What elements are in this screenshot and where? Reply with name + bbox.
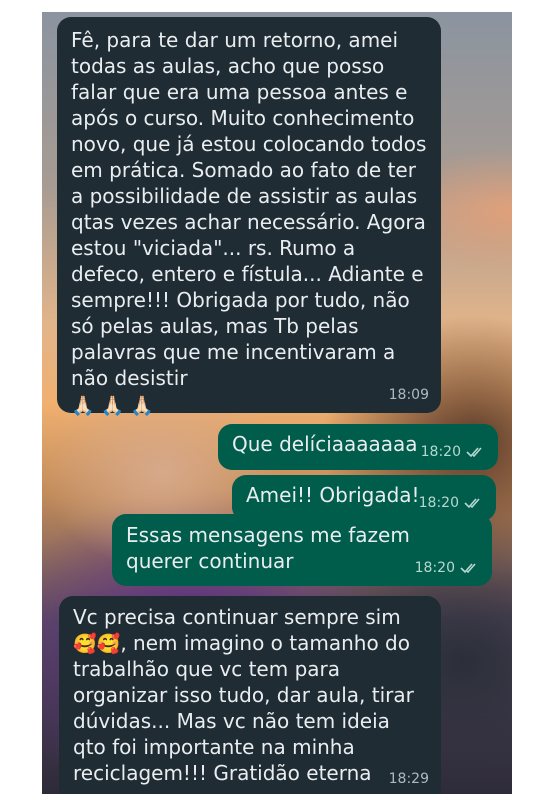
double-check-icon [466, 447, 482, 458]
chat-wallpaper: Fê, para te dar um retorno, amei todas a… [42, 12, 512, 794]
incoming-message[interactable]: Vc precisa continuar sempre sim 🥰🥰, nem … [59, 596, 441, 794]
message-meta: 18:20 [419, 490, 484, 516]
message-meta: 18:20 [415, 555, 480, 581]
message-time: 18:20 [420, 444, 461, 460]
double-check-icon [460, 563, 476, 574]
message-time: 18:20 [418, 495, 459, 511]
message-time: 18:29 [388, 771, 429, 787]
message-text-after: , nem imagino o tamanho do trabalhão que… [73, 631, 421, 785]
message-text: Fê, para te dar um retorno, amei todas a… [71, 28, 433, 390]
message-text-before: Vc precisa continuar sempre sim [73, 605, 401, 629]
smiling-face-with-hearts-emoji: 🥰🥰 [73, 633, 121, 655]
message-text: Que delíciaaaaaaa [232, 432, 418, 456]
message-meta: 18:20 [421, 439, 486, 465]
incoming-message[interactable]: Fê, para te dar um retorno, amei todas a… [57, 17, 441, 417]
message-time: 18:20 [414, 560, 455, 576]
message-text: Amei!! Obrigada! [246, 483, 420, 507]
outgoing-message[interactable]: Que delíciaaaaaaa 18:20 [218, 424, 498, 470]
message-text: Vc precisa continuar sempre sim 🥰🥰, nem … [73, 604, 427, 786]
message-time: 18:09 [388, 387, 429, 403]
praying-hands-emoji: 🙏🏻 🙏🏻 🙏🏻 [71, 395, 155, 417]
double-check-icon [464, 498, 480, 509]
message-meta: 18:09 [389, 382, 429, 408]
message-meta: 18:29 [389, 766, 429, 792]
outgoing-message[interactable]: Essas mensagens me fazem querer continua… [112, 514, 492, 586]
